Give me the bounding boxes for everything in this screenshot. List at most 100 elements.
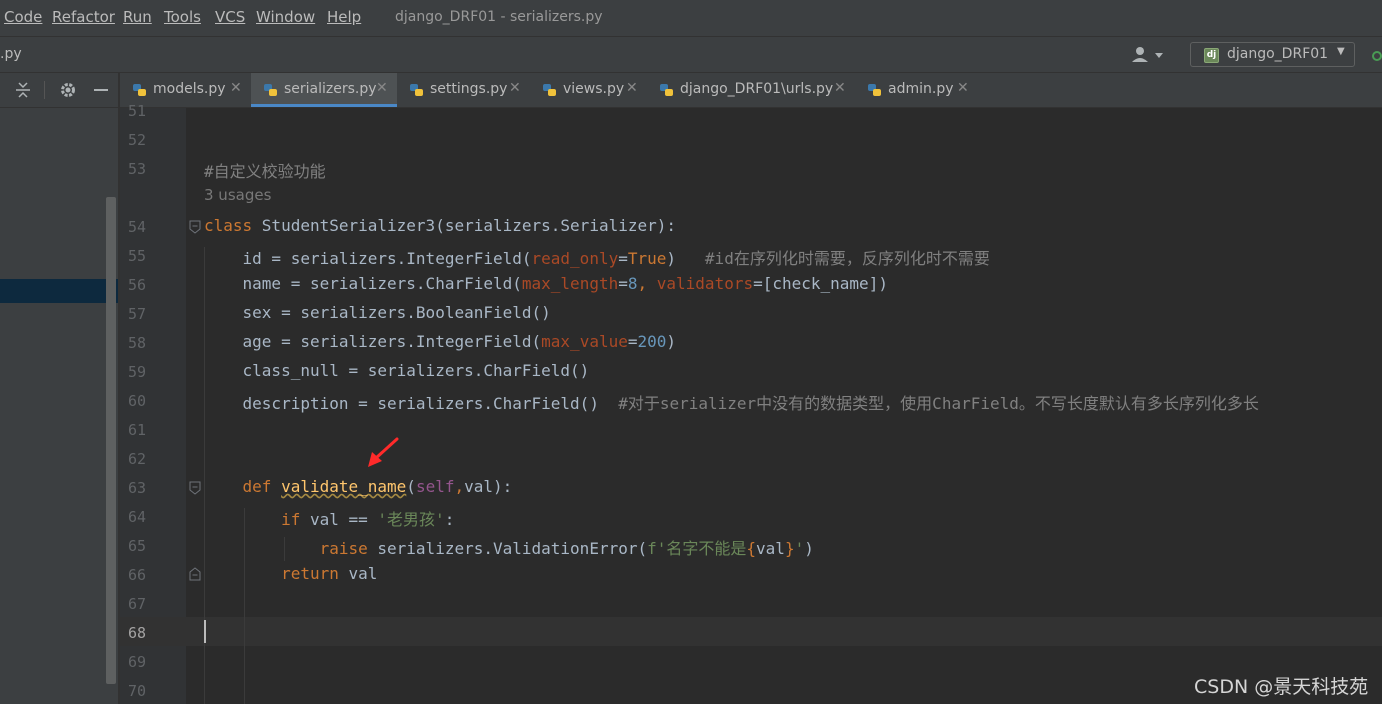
gear-icon[interactable] — [59, 81, 77, 99]
fold-end-icon[interactable] — [189, 567, 201, 581]
code-token: ( — [406, 477, 416, 496]
line-number: 52 — [127, 131, 146, 149]
usages-hint[interactable]: 3 usages — [204, 186, 271, 204]
watermark: CSDN @景天科技苑 — [1194, 676, 1369, 698]
run-configuration-select[interactable]: dj django_DRF01 ▼ — [1190, 42, 1355, 67]
line-number: 70 — [127, 682, 146, 700]
menu-bar: Code Refactor Run Tools VCS Window Help … — [0, 0, 1382, 37]
tab-settings-py[interactable]: settings.py ✕ — [397, 73, 530, 107]
tab-serializers-py[interactable]: serializers.py ✕ — [251, 73, 397, 107]
menu-help[interactable]: Help — [327, 8, 361, 26]
tab-label: django_DRF01\urls.py — [680, 81, 834, 97]
line-number: 54 — [127, 218, 146, 236]
code-token: validate_name — [281, 477, 407, 496]
code-token: max_length — [521, 274, 619, 293]
code-token: val == — [309, 510, 378, 529]
code-token: #id在序列化时需要，反序列化时不需要 — [704, 249, 990, 268]
code-token: 200 — [637, 332, 667, 351]
code-token: ) — [666, 249, 705, 268]
line-number: 57 — [127, 305, 146, 323]
code-token: { — [746, 539, 757, 558]
code-token: raise — [204, 539, 378, 558]
code-token: age = serializers.IntegerField( — [204, 332, 542, 351]
code-line: class_null = serializers.CharField() — [204, 361, 590, 380]
code-token: max_value — [541, 332, 628, 351]
menu-code[interactable]: Code — [4, 8, 42, 26]
code-token: val — [756, 539, 785, 558]
code-line: #自定义校验功能 — [204, 158, 326, 182]
run-status-icon[interactable] — [1372, 51, 1382, 61]
code-token: self — [415, 477, 455, 496]
project-scrollbar[interactable] — [106, 197, 116, 684]
fold-icon[interactable] — [189, 481, 201, 495]
line-number: 62 — [127, 450, 146, 468]
code-token: class_null = serializers.CharField() — [204, 361, 590, 380]
tab-label: admin.py — [888, 81, 954, 97]
close-icon[interactable]: ✕ — [509, 80, 521, 96]
close-icon[interactable]: ✕ — [957, 80, 969, 96]
tab-admin-py[interactable]: admin.py ✕ — [855, 73, 975, 107]
tab-label: serializers.py — [284, 81, 377, 97]
python-file-icon — [264, 84, 277, 96]
code-token: serializers.ValidationError( — [377, 539, 648, 558]
user-icon — [1132, 47, 1163, 62]
menu-vcs[interactable]: VCS — [215, 8, 245, 26]
breadcrumb-file[interactable]: .py — [0, 46, 22, 62]
python-file-icon — [660, 84, 673, 96]
editor-tab-bar: models.py ✕ serializers.py ✕ settings.py… — [120, 73, 1382, 108]
code-token: = — [618, 249, 628, 268]
code-token: class — [204, 216, 262, 235]
tab-label: views.py — [563, 81, 625, 97]
line-number: 55 — [127, 247, 146, 265]
code-token: f'名字不能是 — [647, 539, 747, 558]
tab-urls-py[interactable]: django_DRF01\urls.py ✕ — [647, 73, 855, 107]
code-token: val): — [464, 477, 513, 496]
chevron-down-icon — [1155, 53, 1163, 58]
code-token: description = serializers.CharField() — [204, 394, 619, 413]
code-token: #自定义校验功能 — [204, 162, 326, 181]
close-icon[interactable]: ✕ — [230, 80, 242, 96]
code-line: sex = serializers.BooleanField() — [204, 303, 551, 322]
close-icon[interactable]: ✕ — [376, 80, 388, 96]
code-token: ) — [804, 539, 814, 558]
project-toolbar — [0, 73, 118, 108]
code-line: if val == '老男孩': — [204, 506, 454, 530]
tab-label: settings.py — [430, 81, 508, 97]
menu-refactor[interactable]: Refactor — [52, 8, 115, 26]
close-icon[interactable]: ✕ — [834, 80, 846, 96]
code-line: raise serializers.ValidationError(f'名字不能… — [204, 535, 814, 559]
code-token: name = serializers.CharField( — [204, 274, 522, 293]
code-line: description = serializers.CharField() #对… — [204, 390, 1259, 414]
collapse-all-icon[interactable] — [14, 82, 32, 98]
code-token: #对于serializer中没有的数据类型，使用CharField。不写长度默认… — [618, 394, 1259, 413]
navigation-bar: .py dj django_DRF01 ▼ — [0, 37, 1382, 73]
line-number: 60 — [127, 392, 146, 410]
menu-run[interactable]: Run — [123, 8, 152, 26]
code-token: , — [637, 274, 657, 293]
line-number: 53 — [127, 160, 146, 178]
line-number: 59 — [127, 363, 146, 381]
code-token: 8 — [627, 274, 638, 293]
fold-icon[interactable] — [189, 220, 201, 234]
chevron-down-icon: ▼ — [1337, 46, 1345, 57]
code-token: = — [618, 274, 628, 293]
hide-panel-icon[interactable] — [93, 82, 109, 98]
window-title: django_DRF01 - serializers.py — [395, 9, 603, 25]
line-number: 63 — [127, 479, 146, 497]
code-token: if — [204, 510, 310, 529]
close-icon[interactable]: ✕ — [626, 80, 638, 96]
code-token: =[check_name]) — [753, 274, 888, 293]
code-line: age = serializers.IntegerField(max_value… — [204, 332, 677, 351]
run-configuration-label: django_DRF01 — [1227, 46, 1329, 62]
project-tree-panel — [0, 108, 118, 704]
code-token: StudentSerializer3(serializers.Serialize… — [261, 216, 677, 235]
menu-window[interactable]: Window — [256, 8, 315, 26]
user-menu-button[interactable] — [1128, 45, 1170, 65]
code-line: name = serializers.CharField(max_length=… — [204, 274, 888, 293]
project-tree-selected-item[interactable] — [0, 279, 118, 303]
menu-tools[interactable]: Tools — [164, 8, 201, 26]
python-file-icon — [410, 84, 423, 96]
code-token: validators — [656, 274, 754, 293]
code-token: def — [204, 477, 282, 496]
tab-views-py[interactable]: views.py ✕ — [530, 73, 647, 107]
